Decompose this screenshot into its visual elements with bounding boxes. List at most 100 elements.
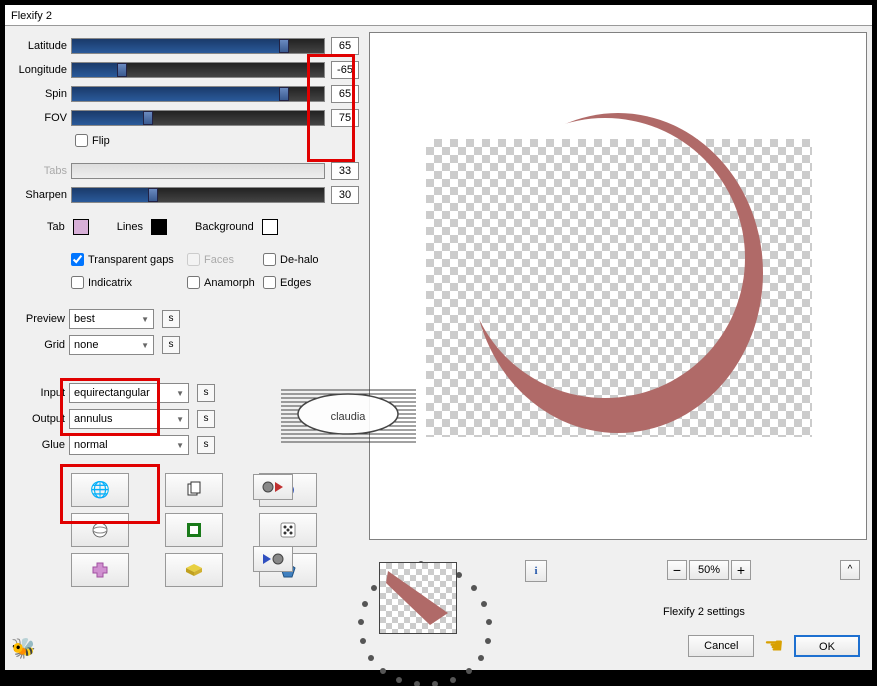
window-title: Flexify 2 <box>11 10 52 22</box>
preview-row: Preview best▼ s <box>13 309 359 329</box>
copy-icon[interactable] <box>165 473 223 507</box>
expand-button[interactable]: ^ <box>840 560 860 580</box>
latitude-row: Latitude 65 <box>13 36 359 56</box>
grid-reset-button[interactable]: s <box>162 336 180 354</box>
transparent-gaps-checkbox[interactable]: Transparent gaps <box>71 253 177 266</box>
globe-icon[interactable]: 🌐 <box>71 473 129 507</box>
indicatrix-input[interactable] <box>71 276 84 289</box>
info-button[interactable]: i <box>525 560 547 582</box>
longitude-slider[interactable] <box>71 62 325 78</box>
tool-grid: 🌐 <box>71 473 359 587</box>
fov-row: FOV 75 <box>13 108 359 128</box>
plus-shape-icon[interactable] <box>71 553 129 587</box>
edges-input[interactable] <box>263 276 276 289</box>
grid-label: Grid <box>13 339 69 351</box>
transparent-gaps-input[interactable] <box>71 253 84 266</box>
tab-color-label: Tab <box>47 221 65 233</box>
zoom-controls: − 50% + <box>667 560 751 580</box>
flip-checkbox[interactable]: Flip <box>75 134 359 147</box>
bg-color-label: Background <box>195 221 254 233</box>
longitude-label: Longitude <box>13 64 71 76</box>
preview-dropdown[interactable]: best▼ <box>69 309 154 329</box>
grid-row: Grid none▼ s <box>13 335 359 355</box>
longitude-value[interactable]: -65 <box>331 61 359 79</box>
anamorph-input[interactable] <box>187 276 200 289</box>
tabs-slider <box>71 163 325 179</box>
sharpen-label: Sharpen <box>13 189 71 201</box>
sharpen-row: Sharpen 30 <box>13 185 359 205</box>
chevron-down-icon: ▼ <box>176 441 184 450</box>
spin-label: Spin <box>13 88 71 100</box>
flip-row: Flip <box>75 134 359 147</box>
sphere-icon[interactable] <box>71 513 129 547</box>
bg-color-swatch[interactable] <box>262 219 278 235</box>
play-record-button[interactable] <box>253 546 293 572</box>
dialog-buttons: Cancel ☛ OK <box>688 633 860 659</box>
thumbnail-selector <box>341 556 511 686</box>
tabs-value[interactable]: 33 <box>331 162 359 180</box>
ok-button[interactable]: OK <box>794 635 860 657</box>
zoom-out-button[interactable]: − <box>667 560 687 580</box>
thumbnail-preview[interactable] <box>379 562 457 634</box>
anamorph-checkbox[interactable]: Anamorph <box>187 276 253 289</box>
faces-input <box>187 253 200 266</box>
media-buttons <box>253 474 293 618</box>
chevron-down-icon: ▼ <box>141 341 149 350</box>
longitude-row: Longitude -65 <box>13 60 359 80</box>
preview-reset-button[interactable]: s <box>162 310 180 328</box>
lines-color-swatch[interactable] <box>151 219 167 235</box>
input-reset-button[interactable]: s <box>197 384 215 402</box>
controls-panel: Latitude 65 Longitude -65 Spin 65 <box>5 26 367 669</box>
cancel-button[interactable]: Cancel <box>688 635 754 657</box>
dialog-window: Flexify 2 Latitude 65 Longitude -65 Spin <box>4 4 873 671</box>
frame-icon[interactable] <box>165 513 223 547</box>
indicatrix-checkbox[interactable]: Indicatrix <box>71 276 177 289</box>
flip-label: Flip <box>92 135 110 147</box>
grid-dropdown[interactable]: none▼ <box>69 335 154 355</box>
glue-label: Glue <box>13 439 69 451</box>
spin-slider[interactable] <box>71 86 325 102</box>
sharpen-value[interactable]: 30 <box>331 186 359 204</box>
record-play-button[interactable] <box>253 474 293 500</box>
preview-panel: i − 50% + ^ Flexify 2 settings Cancel ☛ … <box>367 26 872 669</box>
input-dropdown[interactable]: equirectangular▼ <box>69 383 189 403</box>
bg-color-item: Background <box>195 219 278 235</box>
chevron-down-icon: ▼ <box>141 315 149 324</box>
tabs-label: Tabs <box>13 165 71 177</box>
flip-input[interactable] <box>75 134 88 147</box>
watermark: claudia <box>281 384 416 454</box>
tab-color-swatch[interactable] <box>73 219 89 235</box>
input-label: Input <box>13 387 69 399</box>
dehalo-input[interactable] <box>263 253 276 266</box>
glue-reset-button[interactable]: s <box>197 436 215 454</box>
latitude-value[interactable]: 65 <box>331 37 359 55</box>
title-bar: Flexify 2 <box>5 5 872 26</box>
svg-text:claudia: claudia <box>331 411 367 423</box>
preview-label: Preview <box>13 313 69 325</box>
dehalo-checkbox[interactable]: De-halo <box>263 253 369 266</box>
edges-checkbox[interactable]: Edges <box>263 276 369 289</box>
fov-value[interactable]: 75 <box>331 109 359 127</box>
pointing-hand-icon: ☛ <box>764 633 784 659</box>
zoom-value[interactable]: 50% <box>689 560 729 580</box>
zoom-in-button[interactable]: + <box>731 560 751 580</box>
spin-value[interactable]: 65 <box>331 85 359 103</box>
preview-canvas[interactable] <box>369 32 867 540</box>
tabs-row: Tabs 33 <box>13 161 359 181</box>
glue-dropdown[interactable]: normal▼ <box>69 435 189 455</box>
fov-slider[interactable] <box>71 110 325 126</box>
faces-checkbox: Faces <box>187 253 253 266</box>
output-dropdown[interactable]: annulus▼ <box>69 409 189 429</box>
latitude-slider[interactable] <box>71 38 325 54</box>
options-group: Transparent gaps Faces De-halo Indicatri… <box>71 253 359 289</box>
lines-color-item: Lines <box>117 219 167 235</box>
output-reset-button[interactable]: s <box>197 410 215 428</box>
lines-color-label: Lines <box>117 221 143 233</box>
chevron-down-icon: ▼ <box>176 415 184 424</box>
tab-color-item: Tab <box>47 219 89 235</box>
spin-row: Spin 65 <box>13 84 359 104</box>
sharpen-slider[interactable] <box>71 187 325 203</box>
fov-label: FOV <box>13 112 71 124</box>
brick-icon[interactable] <box>165 553 223 587</box>
wasp-icon[interactable]: 🐝 <box>11 636 36 661</box>
